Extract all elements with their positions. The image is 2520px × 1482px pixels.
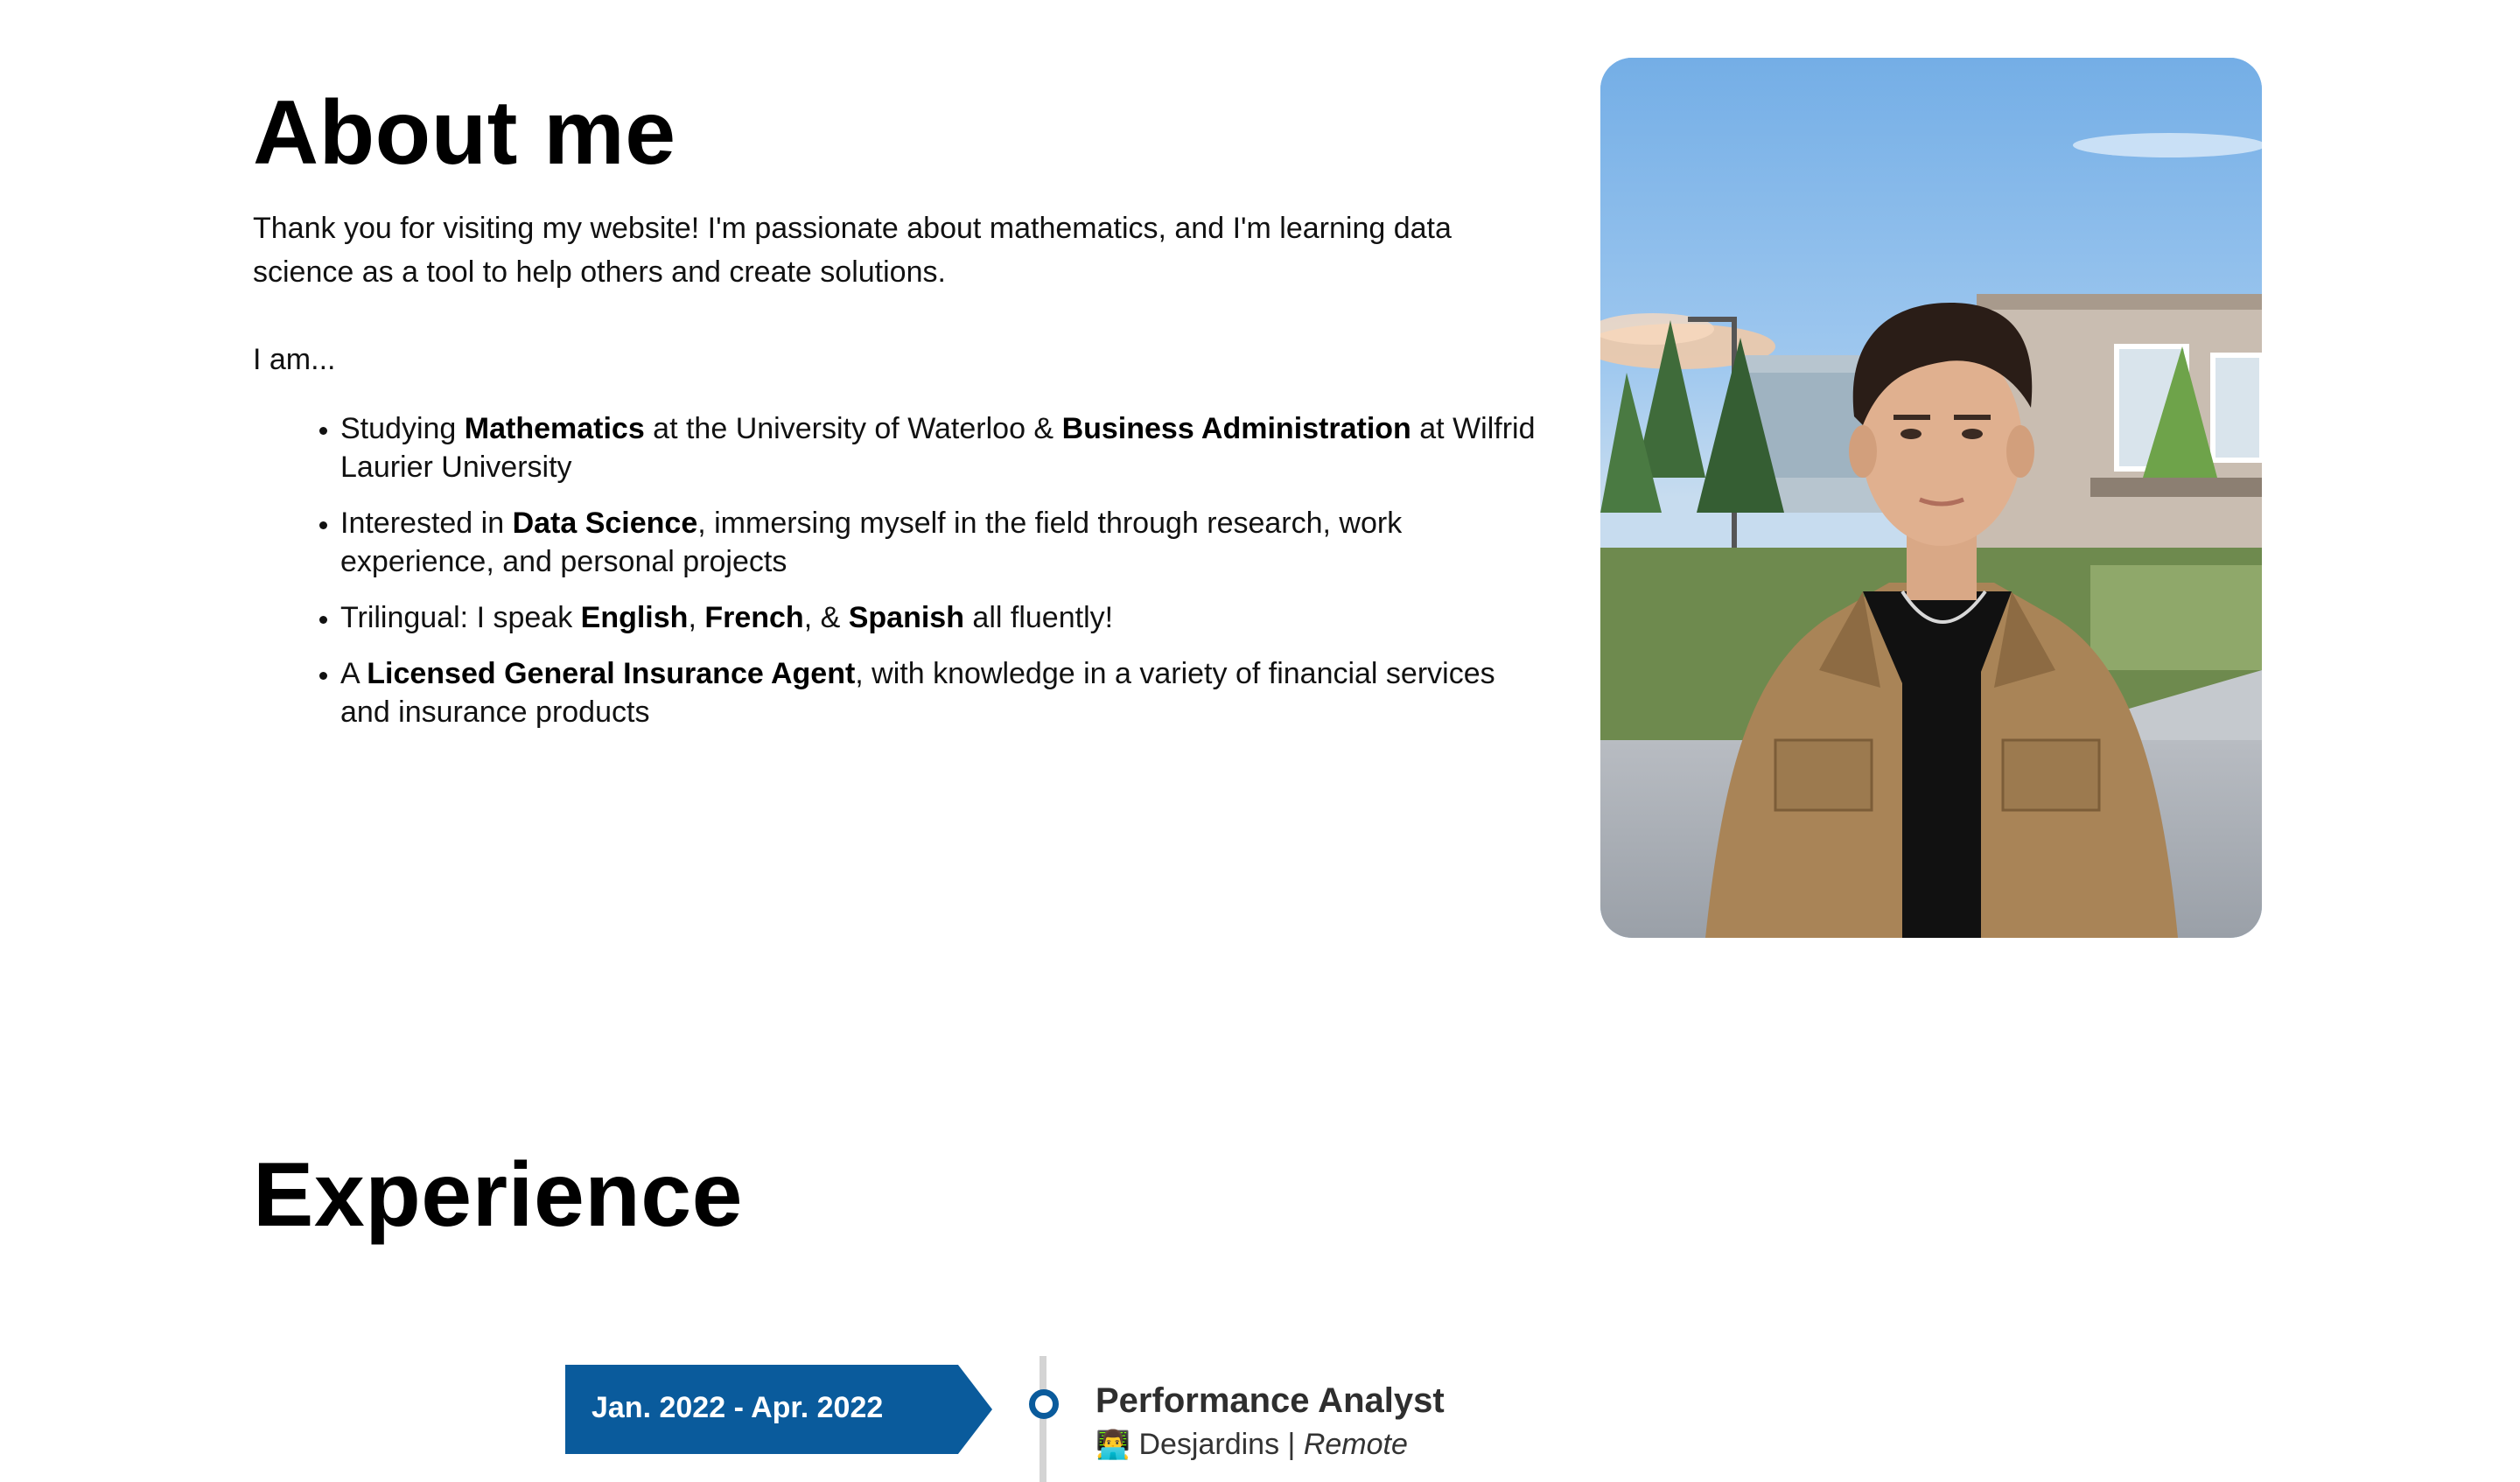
portrait-illustration: [1600, 58, 2262, 938]
experience-heading: Experience: [253, 1144, 743, 1246]
fact-item: Trilingual: I speak English, French, & S…: [340, 598, 1548, 637]
about-facts-list: Studying Mathematics at the University o…: [253, 409, 1548, 749]
about-section: About me Thank you for visiting my websi…: [0, 0, 2520, 1006]
i-am-label: I am...: [253, 343, 336, 376]
separator: |: [1279, 1428, 1304, 1461]
portrait-photo: [1600, 58, 2262, 938]
experience-timeline: Jan. 2022 - Apr. 2022 Performance Analys…: [0, 1347, 2520, 1482]
about-intro: Thank you for visiting my website! I'm p…: [253, 212, 1452, 289]
experience-location: Remote: [1303, 1428, 1408, 1461]
experience-company-line: 👨‍💻 Desjardins | Remote: [1096, 1424, 1408, 1465]
timeline-dot-icon: [1029, 1389, 1059, 1419]
fact-item: Interested in Data Science, immersing my…: [340, 504, 1548, 581]
fact-item: Studying Mathematics at the University o…: [340, 409, 1548, 486]
experience-company: Desjardins: [1138, 1428, 1280, 1461]
fact-item: A Licensed General Insurance Agent, with…: [340, 654, 1548, 731]
experience-date: Jan. 2022 - Apr. 2022: [592, 1391, 884, 1424]
technologist-icon: 👨‍💻: [1096, 1429, 1130, 1460]
about-heading: About me: [253, 82, 676, 184]
experience-role: Performance Analyst: [1096, 1381, 1445, 1420]
timeline-line: [1040, 1356, 1046, 1482]
